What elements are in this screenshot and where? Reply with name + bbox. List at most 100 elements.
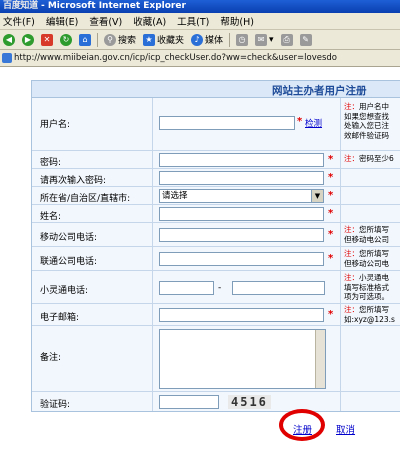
star-icon: ★ — [143, 33, 156, 46]
search-icon: ⚲ — [104, 33, 116, 46]
edit-button[interactable]: ✎ — [298, 32, 314, 48]
chevron-down-icon: ▾ — [269, 34, 274, 45]
form-title: 网站主办者用户注册 — [272, 85, 367, 97]
browser-toolbar: ◀ ▶ ✕ ↻ ⌂ ⚲ 搜索 ★ 收藏夹 ♪ 媒体 ◷ ✉ ▾ ⎙ ✎ — [0, 30, 400, 50]
back-button[interactable]: ◀ — [1, 32, 17, 48]
row-captcha: 验证码: 4516 — [32, 392, 400, 412]
province-select[interactable]: 请选择 ▼ — [159, 189, 324, 203]
mobile-input[interactable] — [159, 228, 324, 242]
favorites-label: 收藏夹 — [157, 36, 185, 46]
scrollbar[interactable] — [315, 330, 325, 388]
refresh-button[interactable]: ↻ — [58, 32, 74, 48]
required-mark: * — [328, 229, 334, 240]
print-icon: ⎙ — [280, 33, 293, 46]
row-province: 所在省/自治区/直辖市: 请选择 ▼ * — [32, 187, 400, 205]
window-title-bar: 百度知道 - Microsoft Internet Explorer — [0, 0, 400, 13]
print-button[interactable]: ⎙ — [279, 32, 295, 48]
email-label: 电子邮箱: — [40, 313, 80, 323]
menu-favorites[interactable]: 收藏(A) — [133, 14, 166, 28]
menu-file[interactable]: 文件(F) — [3, 14, 35, 28]
home-button[interactable]: ⌂ — [77, 32, 93, 48]
remark-textarea[interactable] — [159, 329, 326, 389]
search-label: 搜索 — [118, 36, 137, 46]
forward-arrow-icon: ▶ — [22, 33, 34, 46]
phs-number-input[interactable] — [232, 281, 325, 295]
note-prefix: 注： — [344, 225, 359, 234]
row-mobile: 移动公司电话: * 注：您所填写 但移动电公司 — [32, 223, 400, 247]
name-input[interactable] — [159, 207, 324, 221]
row-phs: 小灵通电话: - 注：小灵通电 填写标准格式 项为可选项。 — [32, 271, 400, 304]
note-line: 注：您所填写 — [344, 225, 389, 234]
name-label: 姓名: — [40, 212, 62, 222]
note-line: 项为可选项。 — [344, 292, 389, 301]
search-button[interactable]: ⚲ 搜索 — [102, 32, 138, 48]
menu-help[interactable]: 帮助(H) — [220, 14, 254, 28]
history-icon: ◷ — [236, 33, 249, 46]
captcha-label: 验证码: — [40, 400, 71, 410]
stop-button[interactable]: ✕ — [39, 32, 55, 48]
password-label: 密码: — [40, 158, 62, 168]
media-icon: ♪ — [191, 33, 204, 46]
media-label: 媒体 — [205, 36, 224, 46]
address-bar[interactable]: http://www.miibeian.gov.cn/icp/icp_check… — [0, 50, 400, 67]
menu-edit[interactable]: 编辑(E) — [46, 14, 78, 28]
address-url[interactable]: http://www.miibeian.gov.cn/icp/icp_check… — [14, 53, 337, 63]
note-line: 填写标准格式 — [344, 282, 389, 292]
menu-tools[interactable]: 工具(T) — [177, 14, 209, 28]
required-mark: * — [328, 208, 334, 219]
password-input[interactable] — [159, 153, 324, 167]
page-content: 网站主办者用户注册 用户名: * 检测 注：用户名中 如果您想查找 处输入您已注… — [0, 68, 400, 450]
note-line: 但移动公司电 — [344, 258, 389, 268]
note-line: 注：您所填写 — [344, 249, 389, 258]
history-button[interactable]: ◷ — [234, 32, 250, 48]
username-input[interactable] — [159, 116, 295, 130]
phs-area-input[interactable] — [159, 281, 214, 295]
required-mark: * — [297, 116, 303, 127]
dropdown-arrow-icon[interactable]: ▼ — [311, 190, 323, 202]
province-selected: 请选择 — [162, 191, 188, 201]
back-arrow-icon: ◀ — [3, 33, 15, 46]
unicom-label: 联通公司电话: — [40, 257, 98, 267]
note-prefix: 注： — [344, 273, 359, 282]
page-icon — [2, 53, 12, 63]
note-line: 如果您想查找 — [344, 111, 389, 121]
password-confirm-input[interactable] — [159, 171, 324, 185]
highlight-circle — [279, 409, 325, 441]
row-name: 姓名: * — [32, 205, 400, 223]
required-mark: * — [328, 309, 334, 320]
mail-button[interactable]: ✉ ▾ — [253, 32, 276, 48]
cancel-button[interactable]: 取消 — [336, 422, 355, 436]
edit-icon: ✎ — [299, 33, 312, 46]
required-mark: * — [328, 172, 334, 183]
captcha-image: 4516 — [228, 395, 271, 409]
row-password-confirm: 请再次输入密码: * — [32, 169, 400, 187]
phs-label: 小灵通电话: — [40, 286, 89, 296]
unicom-note: 注：您所填写 但移动公司电 — [344, 249, 400, 268]
note-line: 处输入您已注 — [344, 121, 389, 130]
stop-icon: ✕ — [41, 33, 53, 46]
favorites-button[interactable]: ★ 收藏夹 — [141, 32, 186, 48]
note-line: 注：密码至少6 — [344, 154, 394, 163]
email-input[interactable] — [159, 308, 324, 322]
unicom-input[interactable] — [159, 252, 324, 266]
menu-bar: 文件(F) 编辑(E) 查看(V) 收藏(A) 工具(T) 帮助(H) — [0, 13, 400, 30]
note-line: 注：您所填写 — [344, 305, 389, 314]
media-button[interactable]: ♪ 媒体 — [189, 32, 225, 48]
note-prefix: 注： — [344, 305, 359, 314]
registration-form: 网站主办者用户注册 用户名: * 检测 注：用户名中 如果您想查找 处输入您已注… — [31, 80, 400, 412]
forward-button[interactable]: ▶ — [20, 32, 36, 48]
menu-view[interactable]: 查看(V) — [89, 14, 122, 28]
toolbar-divider — [97, 32, 98, 47]
home-icon: ⌂ — [79, 33, 91, 46]
username-note: 注：用户名中 如果您想查找 处输入您已注 效邮件验证码 — [344, 102, 400, 140]
required-mark: * — [328, 190, 334, 201]
form-header: 网站主办者用户注册 — [32, 81, 400, 98]
row-password: 密码: * 注：密码至少6 — [32, 151, 400, 169]
username-label: 用户名: — [40, 120, 71, 130]
refresh-icon: ↻ — [60, 33, 72, 46]
check-username-link[interactable]: 检测 — [305, 117, 322, 129]
note-line: 注：小灵通电 — [344, 273, 389, 282]
captcha-input[interactable] — [159, 395, 219, 409]
mobile-note: 注：您所填写 但移动电公司 — [344, 225, 400, 244]
note-prefix: 注： — [344, 154, 359, 163]
